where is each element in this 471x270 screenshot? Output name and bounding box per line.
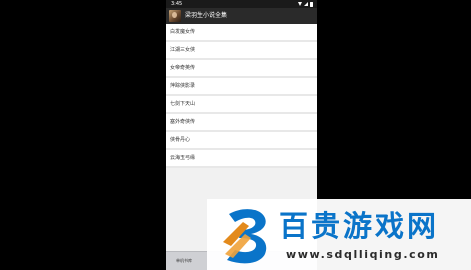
app-title: 梁羽生小说全集 xyxy=(185,12,228,19)
novel-list: 白发魔女传 江湖三女侠 女帝奇英传 萍踪侠影录 七剑下天山 塞外奇侠传 侠骨丹心… xyxy=(166,24,317,168)
list-item[interactable]: 萍踪侠影录 xyxy=(166,78,317,96)
list-item-label: 七剑下天山 xyxy=(170,101,196,107)
list-item-label: 女帝奇英传 xyxy=(170,65,196,71)
list-item[interactable]: 女帝奇英传 xyxy=(166,60,317,78)
app-bar: 梁羽生小说全集 xyxy=(166,8,317,24)
app-logo-icon xyxy=(169,10,181,22)
list-item[interactable]: 江湖三女侠 xyxy=(166,42,317,60)
list-item-label: 萍踪侠影录 xyxy=(170,83,196,89)
list-item-label: 云海玉弓缘 xyxy=(170,155,196,161)
list-item[interactable]: 七剑下天山 xyxy=(166,96,317,114)
site-watermark: 百贵游戏网 www.sdqlliqing.com xyxy=(207,199,471,270)
bottom-bar-label: 单机书库 xyxy=(176,258,192,263)
list-item-label: 江湖三女侠 xyxy=(170,47,196,53)
status-time: 3:45 xyxy=(171,1,183,7)
watermark-logo-icon xyxy=(223,209,267,264)
list-item[interactable]: 白发魔女传 xyxy=(166,24,317,42)
list-item[interactable]: 云海玉弓缘 xyxy=(166,150,317,168)
list-item[interactable]: 侠骨丹心 xyxy=(166,132,317,150)
status-bar: 3:45 xyxy=(166,0,317,8)
watermark-url: www.sdqlliqing.com xyxy=(286,248,440,261)
list-item-label: 侠骨丹心 xyxy=(170,137,191,143)
list-item-label: 塞外奇侠传 xyxy=(170,119,196,125)
signal-icon xyxy=(304,2,308,6)
wifi-icon xyxy=(298,2,302,6)
battery-icon xyxy=(310,1,313,7)
list-item[interactable]: 塞外奇侠传 xyxy=(166,114,317,132)
status-icons xyxy=(298,0,313,8)
list-item-label: 白发魔女传 xyxy=(170,29,196,35)
watermark-brand: 百贵游戏网 xyxy=(279,209,440,243)
